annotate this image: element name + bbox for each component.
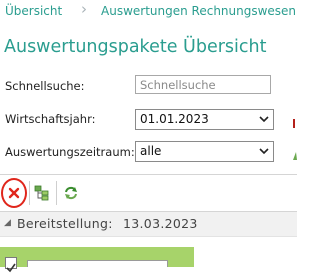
page-title: Auswertungspakete Übersicht <box>4 37 267 57</box>
row-checkbox[interactable] <box>5 257 17 273</box>
toolbar <box>0 174 297 212</box>
edge-marker-red <box>293 114 297 128</box>
search-input[interactable]: Schnellsuche <box>135 75 271 94</box>
chevron-down-icon <box>259 148 269 155</box>
group-date: 13.03.2023 <box>123 216 198 231</box>
refresh-icon <box>65 186 77 200</box>
breadcrumb: Übersicht › Auswertungen Rechnungswesen <box>0 0 297 24</box>
fiscal-year-select[interactable]: 01.01.2023 <box>135 109 274 130</box>
edge-marker-green <box>293 146 297 160</box>
breadcrumb-item-evaluations[interactable]: Auswertungen Rechnungswesen <box>101 4 296 18</box>
structure-button[interactable] <box>29 180 55 206</box>
search-placeholder: Schnellsuche <box>140 78 216 92</box>
period-select[interactable]: alle <box>135 141 274 162</box>
table-row[interactable] <box>0 247 194 273</box>
checkmark-icon <box>6 263 16 273</box>
refresh-button[interactable] <box>58 180 84 206</box>
fiscal-year-label: Wirtschaftsjahr: <box>5 112 96 126</box>
breadcrumb-item-overview[interactable]: Übersicht <box>5 4 62 18</box>
chevron-down-icon <box>259 116 269 123</box>
search-label: Schnellsuche: <box>5 79 85 93</box>
group-label: Bereitstellung: <box>17 216 113 231</box>
collapse-triangle-icon[interactable]: ◢ <box>4 218 11 228</box>
tree-structure-icon <box>34 185 49 201</box>
delete-x-icon <box>8 187 20 199</box>
delete-button[interactable] <box>1 180 27 206</box>
chevron-right-icon: › <box>81 0 87 18</box>
group-header-label: Bereitstellung: 13.03.2023 <box>17 216 198 231</box>
group-header[interactable]: ◢ Bereitstellung: 13.03.2023 <box>0 212 297 237</box>
toolbar-separator <box>56 181 57 205</box>
fiscal-year-value: 01.01.2023 <box>140 112 209 126</box>
period-label: Auswertungszeitraum: <box>5 145 135 159</box>
period-value: alle <box>140 144 162 158</box>
row-cell <box>27 260 168 267</box>
